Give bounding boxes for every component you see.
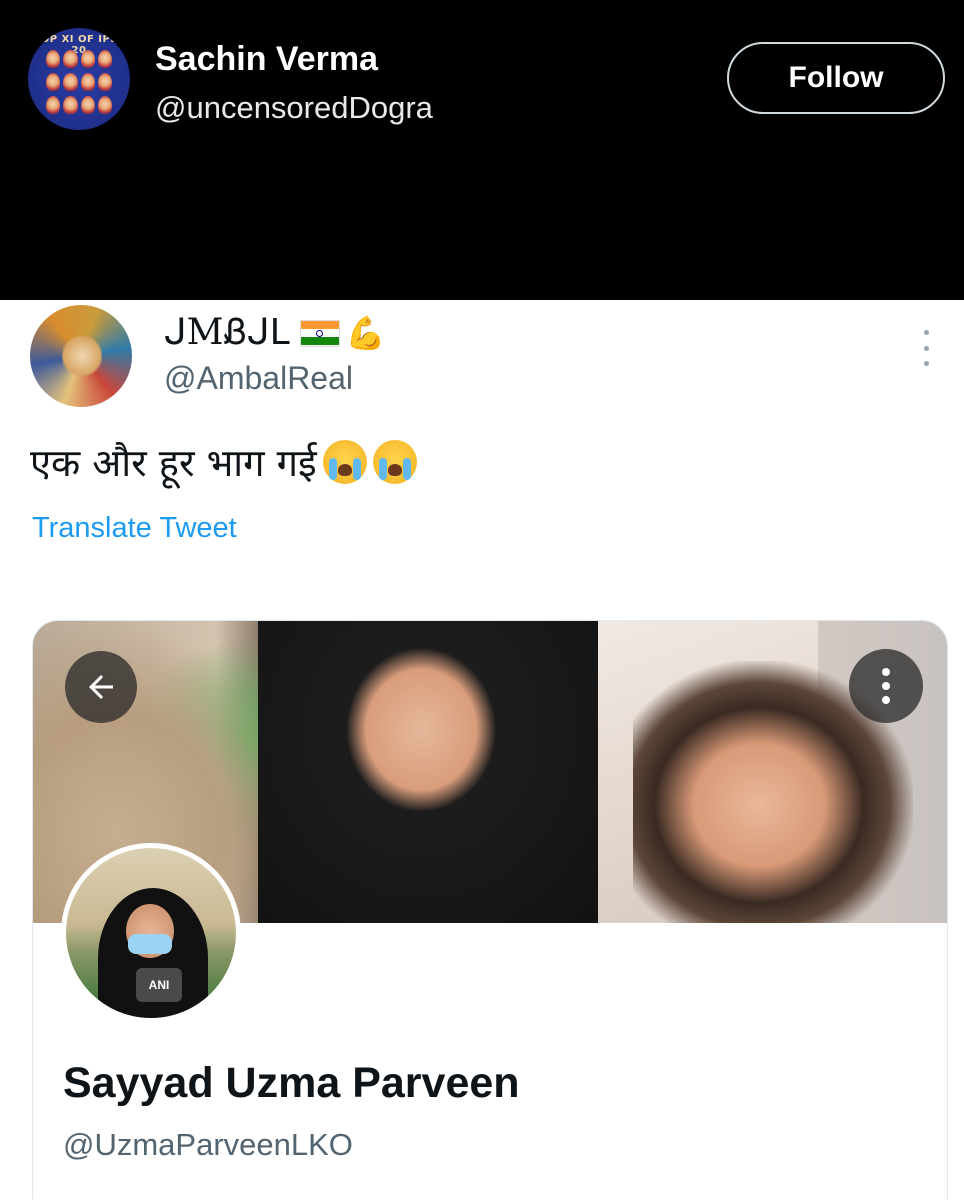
flexed-biceps-icon: 💪 (345, 315, 386, 351)
avatar-cell (80, 50, 95, 70)
avatar-cell (63, 50, 78, 70)
avatar-cell (97, 50, 112, 70)
ani-mic-logo: ANI (136, 968, 182, 1002)
tweet-text: एक और हूर भाग गई (30, 441, 317, 485)
profile-name: Sayyad Uzma Parveen (63, 1059, 520, 1107)
avatar-mask (128, 934, 172, 954)
quoted-author-handle[interactable]: @AmbalReal (164, 360, 353, 397)
profile-handle: @UzmaParveenLKO (63, 1127, 353, 1162)
avatar-grid (46, 50, 112, 116)
avatar-cell (46, 50, 61, 70)
avatar-cell (80, 73, 95, 93)
avatar-cell (63, 96, 78, 116)
avatar-cell (46, 73, 61, 93)
avatar-cell (97, 73, 112, 93)
quoted-author-avatar[interactable] (30, 305, 132, 407)
avatar-cell (80, 96, 95, 116)
quoted-author-name[interactable]: ᒍMᏰᒍᒪ (164, 312, 290, 354)
banner-woman (258, 621, 598, 923)
author-avatar[interactable]: OP XI OF IPL 20 (28, 28, 130, 130)
tweet-text-row: एक और हूर भाग गई (30, 436, 417, 488)
quoted-author-row: ᒍMᏰᒍᒪ 💪 (164, 312, 386, 354)
follow-button[interactable]: Follow (727, 42, 945, 114)
avatar-cell (46, 96, 61, 116)
back-arrow-icon[interactable] (65, 651, 137, 723)
author-handle[interactable]: @uncensoredDogra (155, 90, 433, 126)
loudly-crying-face-icon (322, 440, 367, 484)
avatar-cell (63, 73, 78, 93)
more-vertical-icon[interactable] (849, 649, 923, 723)
author-name[interactable]: Sachin Verma (155, 40, 378, 79)
top-header: OP XI OF IPL 20 Sachin Verma @uncensored… (0, 0, 964, 300)
avatar-cell (97, 96, 112, 116)
india-flag-icon (299, 319, 340, 347)
profile-avatar[interactable]: ANI (61, 843, 241, 1023)
loudly-crying-face-icon (372, 440, 417, 484)
media-card[interactable]: ANI Sayyad Uzma Parveen @UzmaParveenLKO (32, 620, 948, 1200)
more-options-icon[interactable] (916, 330, 936, 366)
translate-tweet-link[interactable]: Translate Tweet (32, 512, 237, 545)
